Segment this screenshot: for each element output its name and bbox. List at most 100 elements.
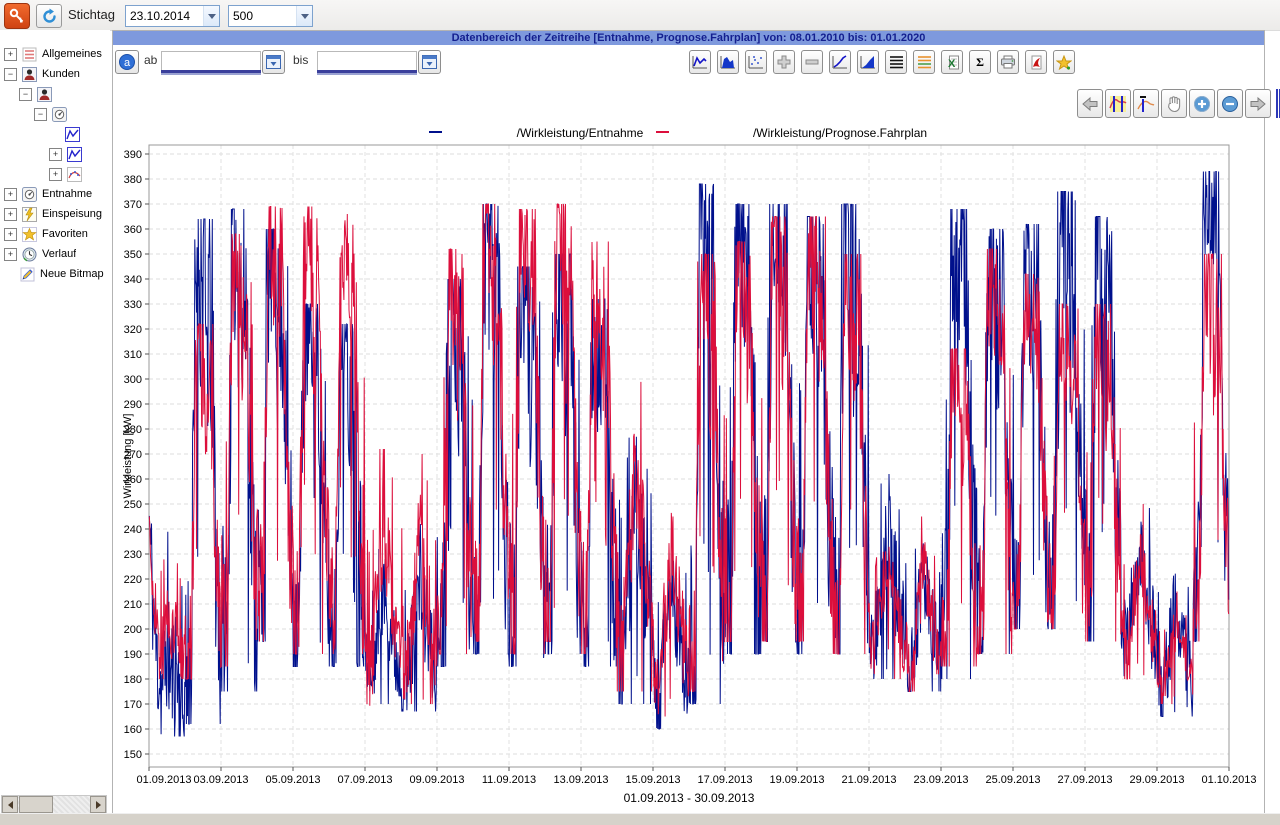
svg-text:21.09.2013: 21.09.2013 (841, 774, 896, 786)
svg-text:310: 310 (124, 349, 142, 361)
tree-connector (49, 129, 60, 140)
svg-text:/Wirkleistung/Prognose.Fahrpla: /Wirkleistung/Prognose.Fahrplan (753, 126, 927, 140)
navigation-tree-sidebar: +Allgemeines−Kunden−−+++Entnahme+Einspei… (0, 30, 110, 813)
tree-item-node-5[interactable]: + (0, 144, 110, 164)
svg-text:03.09.2013: 03.09.2013 (193, 774, 248, 786)
svg-text:210: 210 (124, 599, 142, 611)
expand-plus-icon[interactable]: + (4, 48, 17, 61)
scroll-left-button[interactable] (2, 796, 18, 813)
svg-text:190: 190 (124, 649, 142, 661)
svg-text:Wirkleistung [kW]: Wirkleistung [kW] (122, 414, 134, 499)
svg-text:19.09.2013: 19.09.2013 (769, 774, 824, 786)
tree-item-label: Neue Bitmap (40, 268, 104, 280)
dropdown-arrow-icon[interactable] (296, 6, 312, 26)
collapse-minus-icon[interactable]: − (19, 88, 32, 101)
tree-connector (4, 269, 15, 280)
svg-text:17.09.2013: 17.09.2013 (697, 774, 752, 786)
collapse-minus-icon[interactable]: − (4, 68, 17, 81)
count-select[interactable]: 500 (228, 5, 313, 27)
svg-text:13.09.2013: 13.09.2013 (553, 774, 608, 786)
key-icon (8, 7, 26, 25)
svg-text:370: 370 (124, 199, 142, 211)
tree-item-node-2[interactable]: − (0, 84, 110, 104)
expand-plus-icon[interactable]: + (49, 168, 62, 181)
svg-text:01.09.2013 - 30.09.2013: 01.09.2013 - 30.09.2013 (624, 791, 755, 805)
svg-text:230: 230 (124, 549, 142, 561)
svg-text:170: 170 (124, 699, 142, 711)
expand-plus-icon[interactable]: + (4, 248, 17, 261)
svg-text:23.09.2013: 23.09.2013 (913, 774, 968, 786)
svg-text:15.09.2013: 15.09.2013 (625, 774, 680, 786)
svg-text:150: 150 (124, 749, 142, 761)
svg-text:05.09.2013: 05.09.2013 (265, 774, 320, 786)
person-icon (21, 66, 38, 82)
svg-text:11.09.2013: 11.09.2013 (482, 774, 536, 786)
svg-text:180: 180 (124, 674, 142, 686)
refresh-icon (41, 8, 58, 25)
login-key-button[interactable] (4, 3, 30, 29)
tree-item-kunden[interactable]: − Kunden (0, 64, 110, 84)
tree-item-node-3[interactable]: − (0, 104, 110, 124)
stichtag-date-value: 23.10.2014 (126, 9, 203, 23)
svg-text:350: 350 (124, 249, 142, 261)
tree-item-label: Verlauf (42, 248, 76, 260)
stichtag-date-select[interactable]: 23.10.2014 (125, 5, 220, 27)
svg-text:300: 300 (124, 374, 142, 386)
tree-item-node-4[interactable] (0, 124, 110, 144)
dropdown-arrow-icon[interactable] (203, 6, 219, 26)
scatter-icon (66, 166, 83, 182)
svg-text:250: 250 (124, 499, 142, 511)
tree-item-entnahme[interactable]: + Entnahme (0, 184, 110, 204)
clock-icon (21, 246, 38, 262)
tree-item-neue-bitmap[interactable]: Neue Bitmap (0, 264, 110, 284)
application-window: Stichtag 23.10.2014 500 +Allgemeines−Kun… (0, 0, 1280, 825)
svg-text:340: 340 (124, 274, 142, 286)
tree-item-label: Entnahme (42, 188, 92, 200)
svg-text:25.09.2013: 25.09.2013 (985, 774, 1040, 786)
svg-text:01.10.2013: 01.10.2013 (1201, 774, 1256, 786)
collapse-minus-icon[interactable]: − (34, 108, 47, 121)
svg-text:330: 330 (124, 299, 142, 311)
svg-text:27.09.2013: 27.09.2013 (1057, 774, 1112, 786)
expand-plus-icon[interactable]: + (4, 188, 17, 201)
svg-text:200: 200 (124, 624, 142, 636)
lightning-icon (21, 206, 38, 222)
top-toolbar: Stichtag 23.10.2014 500 (0, 0, 1280, 31)
pencil-icon (19, 266, 36, 282)
tree-item-einspeisung[interactable]: + Einspeisung (0, 204, 110, 224)
linechart-icon (66, 146, 83, 162)
tree-item-node-6[interactable]: + (0, 164, 110, 184)
toolbar-grip[interactable] (1276, 89, 1280, 118)
refresh-button[interactable] (36, 4, 62, 28)
tree-item-label: Allgemeines (42, 48, 102, 60)
tree-item-verlauf[interactable]: + Verlauf (0, 244, 110, 264)
chart-panel: Datenbereich der Zeitreihe [Entnahme, Pr… (112, 30, 1265, 815)
linechart-icon (64, 126, 81, 142)
svg-text:07.09.2013: 07.09.2013 (337, 774, 392, 786)
scrollbar-thumb[interactable] (19, 796, 53, 813)
svg-text:160: 160 (124, 724, 142, 736)
svg-text:320: 320 (124, 324, 142, 336)
svg-text:290: 290 (124, 399, 142, 411)
meter-icon (21, 186, 38, 202)
tree-item-label: Kunden (42, 68, 80, 80)
svg-text:29.09.2013: 29.09.2013 (1129, 774, 1184, 786)
status-bar (0, 813, 1280, 825)
expand-plus-icon[interactable]: + (49, 148, 62, 161)
tree-item-favoriten[interactable]: +Favoriten (0, 224, 110, 244)
tree-item-allgemeines[interactable]: + Allgemeines (0, 44, 110, 64)
tree-item-label: Einspeisung (42, 208, 102, 220)
list-icon (21, 46, 38, 62)
stichtag-label: Stichtag (68, 0, 115, 30)
timeseries-chart[interactable]: /Wirkleistung/Entnahme/Wirkleistung/Prog… (113, 31, 1264, 814)
person-icon (36, 86, 53, 102)
sidebar-horizontal-scrollbar[interactable] (1, 795, 107, 813)
expand-plus-icon[interactable]: + (4, 228, 17, 241)
svg-text:240: 240 (124, 524, 142, 536)
scroll-right-button[interactable] (90, 796, 106, 813)
meter-icon (51, 106, 68, 122)
svg-text:01.09.2013: 01.09.2013 (136, 774, 191, 786)
svg-text:360: 360 (124, 224, 142, 236)
expand-plus-icon[interactable]: + (4, 208, 17, 221)
count-value: 500 (229, 9, 296, 23)
